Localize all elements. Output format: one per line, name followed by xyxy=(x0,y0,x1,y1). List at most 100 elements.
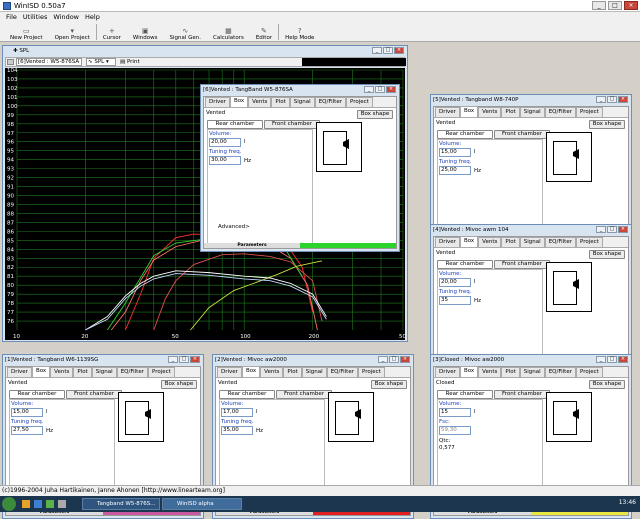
tab-project[interactable]: Project xyxy=(575,367,603,377)
maximize-button[interactable]: □ xyxy=(608,1,622,10)
tab-project[interactable]: Project xyxy=(147,367,175,377)
tab-eqfilter[interactable]: EQ/Filter xyxy=(544,237,576,247)
menu-window[interactable]: Window xyxy=(53,12,79,22)
box-maximize-button[interactable]: □ xyxy=(375,86,385,93)
tab-plot[interactable]: Plot xyxy=(501,237,520,247)
rear-chamber-tab[interactable]: Rear chamber xyxy=(207,120,263,129)
front-chamber-tab[interactable]: Front chamber xyxy=(264,120,320,129)
open-project-button[interactable]: ▾ Open Project xyxy=(49,22,96,42)
spl-graph-select[interactable]: ∿ SPL ▾ xyxy=(86,58,116,66)
front-chamber-tab[interactable]: Front chamber xyxy=(494,260,550,269)
tab-eqfilter[interactable]: EQ/Filter xyxy=(116,367,148,377)
param2-field[interactable]: 27,50 xyxy=(11,426,43,435)
windows-button[interactable]: ▣ Windows xyxy=(127,22,164,42)
rear-chamber-tab[interactable]: Rear chamber xyxy=(9,390,65,399)
box-close-button[interactable]: × xyxy=(618,226,628,233)
menu-help[interactable]: Help xyxy=(85,12,100,22)
box-maximize-button[interactable]: □ xyxy=(179,356,189,363)
advanced-button[interactable]: Advanced> xyxy=(218,224,250,230)
tab-signal[interactable]: Signal xyxy=(519,107,545,117)
tab-vents[interactable]: Vents xyxy=(478,367,502,377)
taskbar-item-spl[interactable]: Tangband W5-876S... xyxy=(82,498,160,510)
box-minimize-button[interactable]: _ xyxy=(168,356,178,363)
tab-vents[interactable]: Vents xyxy=(478,107,502,117)
tab-signal[interactable]: Signal xyxy=(91,367,117,377)
box-close-button[interactable]: × xyxy=(618,356,628,363)
box-minimize-button[interactable]: _ xyxy=(596,96,606,103)
tab-driver[interactable]: Driver xyxy=(435,367,460,377)
tab-plot[interactable]: Plot xyxy=(271,97,290,107)
tab-signal[interactable]: Signal xyxy=(519,367,545,377)
tab-box[interactable]: Box xyxy=(241,366,261,377)
tab-project[interactable]: Project xyxy=(357,367,385,377)
tab-driver[interactable]: Driver xyxy=(7,367,32,377)
tab-plot[interactable]: Plot xyxy=(501,367,520,377)
param2-field[interactable]: 25,00 xyxy=(439,166,471,175)
rear-chamber-tab[interactable]: Rear chamber xyxy=(437,130,493,139)
menu-file[interactable]: File xyxy=(6,12,17,22)
tab-box[interactable]: Box xyxy=(31,366,51,377)
tab-project[interactable]: Project xyxy=(575,237,603,247)
help-mode-button[interactable]: ? Help Mode xyxy=(279,22,320,42)
quicklaunch-icon-2[interactable] xyxy=(34,500,42,508)
front-chamber-tab[interactable]: Front chamber xyxy=(276,390,332,399)
tab-eqfilter[interactable]: EQ/Filter xyxy=(326,367,358,377)
tab-eqfilter[interactable]: EQ/Filter xyxy=(544,367,576,377)
box-maximize-button[interactable]: □ xyxy=(607,356,617,363)
box-minimize-button[interactable]: _ xyxy=(596,356,606,363)
rear-chamber-tab[interactable]: Rear chamber xyxy=(437,260,493,269)
box-close-button[interactable]: × xyxy=(400,356,410,363)
rear-chamber-tab[interactable]: Rear chamber xyxy=(219,390,275,399)
spl-maximize-button[interactable]: □ xyxy=(383,47,393,54)
box-maximize-button[interactable]: □ xyxy=(389,356,399,363)
tab-driver[interactable]: Driver xyxy=(217,367,242,377)
box-maximize-button[interactable]: □ xyxy=(607,226,617,233)
calculators-button[interactable]: ▦ Calculators xyxy=(207,22,250,42)
editor-button[interactable]: ✎ Editor xyxy=(250,22,278,42)
minimize-button[interactable]: _ xyxy=(592,1,606,10)
param2-field[interactable]: 30,00 xyxy=(209,156,241,165)
volume-field[interactable]: 17,00 xyxy=(221,408,253,417)
volume-field[interactable]: 15,00 xyxy=(439,148,471,157)
tab-eqfilter[interactable]: EQ/Filter xyxy=(544,107,576,117)
tab-plot[interactable]: Plot xyxy=(73,367,92,377)
front-chamber-tab[interactable]: Front chamber xyxy=(494,390,550,399)
box-minimize-button[interactable]: _ xyxy=(364,86,374,93)
tab-box[interactable]: Box xyxy=(459,366,479,377)
volume-field[interactable]: 20,00 xyxy=(439,278,471,287)
tab-vents[interactable]: Vents xyxy=(248,97,272,107)
box-close-button[interactable]: × xyxy=(618,96,628,103)
box-shape-button[interactable]: Box shape xyxy=(371,380,407,389)
tab-vents[interactable]: Vents xyxy=(478,237,502,247)
box-close-button[interactable]: × xyxy=(190,356,200,363)
tab-vents[interactable]: Vents xyxy=(50,367,74,377)
quicklaunch-icon-1[interactable] xyxy=(22,500,30,508)
spl-project-select[interactable]: [6]Vented : W5-876SA xyxy=(16,58,82,66)
tab-box[interactable]: Box xyxy=(459,236,479,247)
volume-field[interactable]: 20,00 xyxy=(209,138,241,147)
spl-minimize-button[interactable]: _ xyxy=(372,47,382,54)
spl-print-button[interactable]: ▤ Print xyxy=(120,58,140,66)
tab-vents[interactable]: Vents xyxy=(260,367,284,377)
tab-signal[interactable]: Signal xyxy=(519,237,545,247)
box-shape-button[interactable]: Box shape xyxy=(589,250,625,259)
project-select-icon[interactable] xyxy=(7,59,14,65)
tab-eqfilter[interactable]: EQ/Filter xyxy=(314,97,346,107)
box-window-w6[interactable]: [6]Vented : TangBand W5-876SA _ □ × Driver… xyxy=(200,84,400,252)
menu-utilities[interactable]: Utilities xyxy=(23,12,47,22)
volume-field[interactable]: 15,00 xyxy=(11,408,43,417)
taskbar-item-winisd[interactable]: WinISD alpha xyxy=(162,498,242,510)
tab-box[interactable]: Box xyxy=(229,96,249,107)
close-button[interactable]: × xyxy=(624,1,638,10)
param2-field[interactable]: 35 xyxy=(439,296,471,305)
new-project-button[interactable]: ▭ New Project xyxy=(4,22,49,42)
spl-close-button[interactable]: × xyxy=(394,47,404,54)
tab-project[interactable]: Project xyxy=(575,107,603,117)
quicklaunch-icon-3[interactable] xyxy=(46,500,54,508)
signal-gen-button[interactable]: ∿ Signal Gen. xyxy=(163,22,207,42)
front-chamber-tab[interactable]: Front chamber xyxy=(66,390,122,399)
box-shape-button[interactable]: Box shape xyxy=(589,380,625,389)
front-chamber-tab[interactable]: Front chamber xyxy=(494,130,550,139)
box-shape-button[interactable]: Box shape xyxy=(589,120,625,129)
tab-project[interactable]: Project xyxy=(345,97,373,107)
